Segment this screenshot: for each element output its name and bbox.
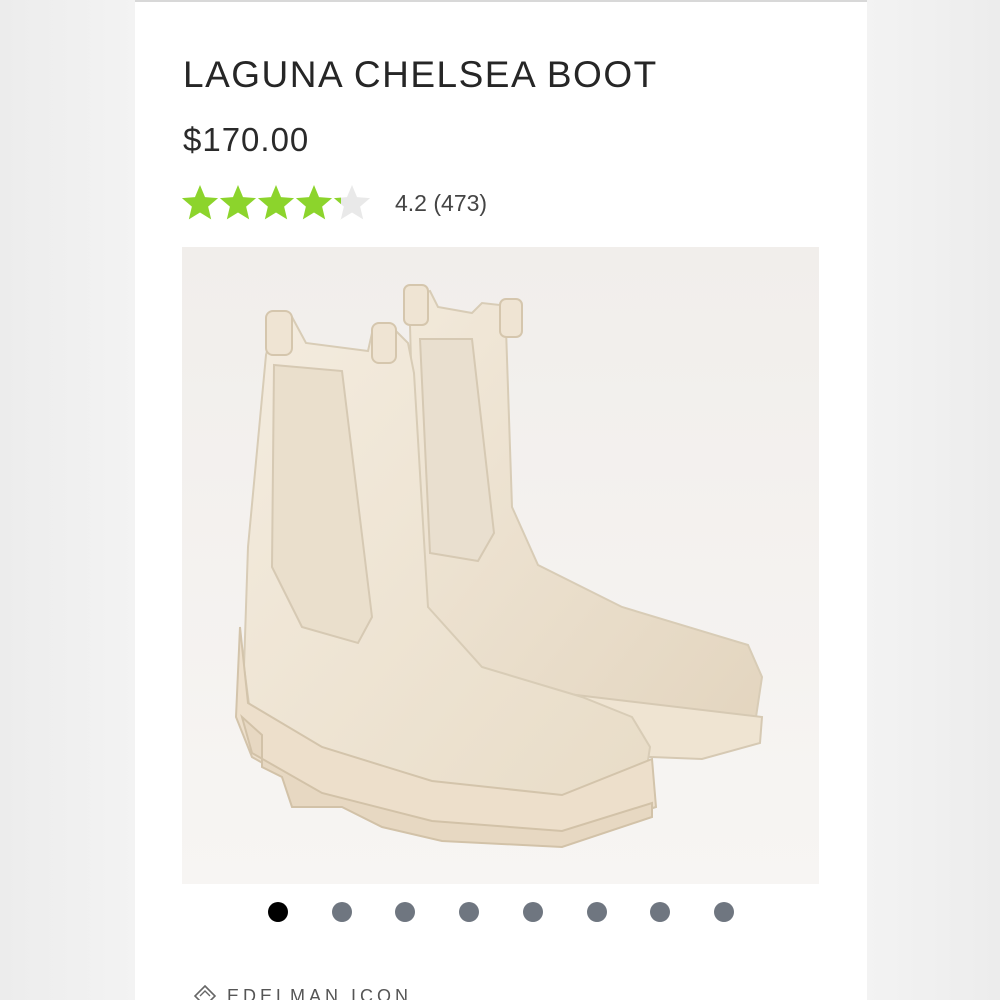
- gallery-dot[interactable]: [522, 902, 543, 922]
- gallery-dot[interactable]: [713, 902, 734, 922]
- gallery-dot[interactable]: [331, 902, 352, 922]
- brand-badge[interactable]: EDELMAN ICON: [193, 984, 413, 1000]
- image-gallery-pagination: [135, 900, 867, 924]
- rating-summary[interactable]: 4.2 (473): [395, 190, 487, 217]
- product-title: LAGUNA CHELSEA BOOT: [183, 54, 658, 95]
- product-image[interactable]: [182, 247, 819, 884]
- rating-row[interactable]: 4.2 (473): [181, 184, 581, 224]
- star-icon: [257, 185, 295, 220]
- brand-label: EDELMAN ICON: [227, 985, 413, 1000]
- gallery-dot[interactable]: [268, 902, 288, 922]
- star-icon: [219, 185, 257, 220]
- gallery-dot[interactable]: [459, 902, 480, 922]
- product-card: LAGUNA CHELSEA BOOT $170.00 4.2 (473) ED…: [135, 0, 867, 1000]
- star-icon: [181, 185, 219, 220]
- gallery-dot[interactable]: [395, 902, 416, 922]
- star-rating: [181, 185, 371, 220]
- chelsea-boots-illustration: [182, 247, 819, 884]
- product-price: $170.00: [183, 121, 310, 158]
- gallery-dot[interactable]: [650, 902, 671, 922]
- star-icon: [333, 185, 371, 220]
- gallery-dot[interactable]: [586, 902, 607, 922]
- right-backdrop: [867, 0, 1000, 1000]
- star-icon: [295, 185, 333, 220]
- left-backdrop: [0, 0, 135, 1000]
- diamond-icon: [193, 984, 217, 1000]
